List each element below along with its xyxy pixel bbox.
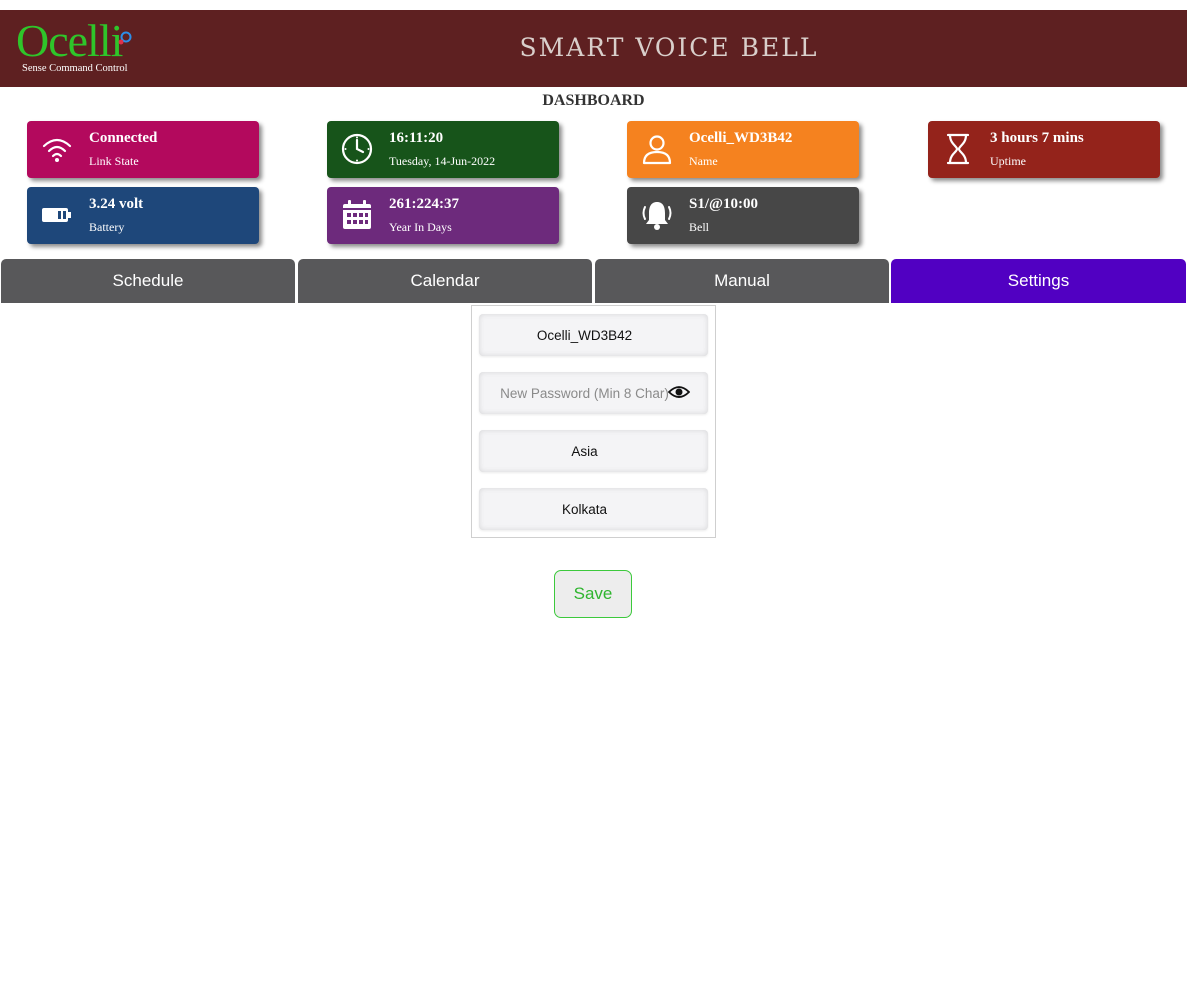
save-button[interactable]: Save (554, 570, 632, 618)
battery-label: Battery (89, 220, 125, 234)
device-name-field-wrapper (479, 314, 708, 356)
tab-settings[interactable]: Settings (891, 259, 1186, 303)
date-label: Tuesday, 14-Jun-2022 (389, 154, 496, 168)
settings-form (471, 305, 716, 538)
time-card: 16:11:20 Tuesday, 14-Jun-2022 (327, 121, 559, 178)
tab-bar: Schedule Calendar Manual Settings (0, 259, 1187, 303)
city-input[interactable] (479, 501, 708, 517)
battery-card: 3.24 volt Battery (27, 187, 259, 244)
bell-card: S1/@10:00 Bell (627, 187, 859, 244)
bell-label: Bell (689, 220, 709, 234)
city-field-wrapper (479, 488, 708, 530)
link-state-card: Connected Link State (27, 121, 259, 178)
app-header: Ocelli Sense Command Control SMART VOICE… (0, 10, 1187, 87)
app-title: SMART VOICE BELL (519, 33, 819, 62)
time-value: 16:11:20 (389, 130, 444, 146)
password-field-wrapper (479, 372, 708, 414)
uptime-value: 3 hours 7 mins (990, 130, 1084, 146)
device-name-input[interactable] (479, 327, 708, 343)
year-in-days-value: 261:224:37 (389, 196, 459, 212)
tab-calendar[interactable]: Calendar (298, 259, 592, 303)
clock-icon (341, 133, 373, 165)
dashboard-title: DASHBOARD (542, 92, 645, 109)
tab-manual[interactable]: Manual (595, 259, 889, 303)
uptime-label: Uptime (990, 154, 1026, 168)
battery-icon (42, 208, 71, 222)
battery-value: 3.24 volt (89, 196, 144, 212)
eye-icon[interactable] (668, 384, 690, 400)
uptime-card: 3 hours 7 mins Uptime (928, 121, 1160, 178)
user-icon (642, 135, 672, 165)
device-name-card: Ocelli_WD3B42 Name (627, 121, 859, 178)
device-name-value: Ocelli_WD3B42 (689, 130, 793, 146)
region-field-wrapper (479, 430, 708, 472)
hourglass-icon (946, 133, 970, 165)
region-input[interactable] (479, 443, 708, 459)
year-in-days-label: Year In Days (389, 220, 452, 234)
link-state-value: Connected (89, 130, 158, 146)
bell-icon (642, 202, 672, 230)
tab-schedule[interactable]: Schedule (1, 259, 295, 303)
link-state-label: Link State (89, 154, 139, 168)
bell-value: S1/@10:00 (689, 196, 758, 212)
calendar-icon (343, 200, 371, 229)
device-name-label: Name (689, 154, 718, 168)
year-in-days-card: 261:224:37 Year In Days (327, 187, 559, 244)
logo-tagline: Sense Command Control (22, 63, 128, 74)
wifi-icon (42, 138, 72, 162)
